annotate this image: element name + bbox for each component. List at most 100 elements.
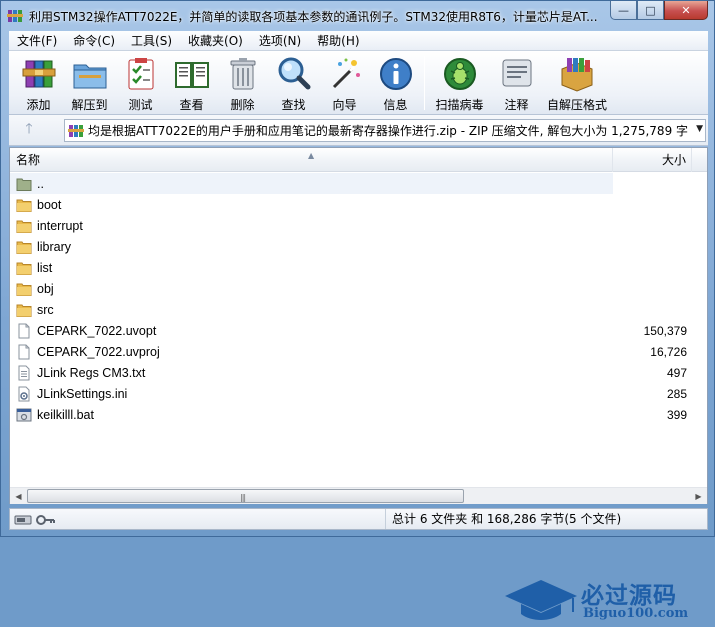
menu-options[interactable]: 选项(N) — [251, 32, 309, 50]
scroll-left-icon[interactable]: ◀ — [10, 488, 27, 504]
trash-icon — [230, 58, 255, 90]
file-name: CEPARK_7022.uvopt — [37, 323, 157, 338]
sort-ascending-icon: ▲ — [308, 151, 315, 160]
file-size: 16,726 — [650, 344, 687, 359]
folder-icon — [16, 304, 32, 317]
folder-icon — [16, 199, 32, 212]
info-button[interactable]: 信息 — [370, 51, 421, 115]
virus-scan-button[interactable]: 扫描病毒 — [428, 51, 491, 115]
file-name: list — [37, 260, 53, 275]
comment-icon — [502, 59, 531, 87]
list-header: 名称 ▲ 大小 — [10, 148, 707, 172]
file-list[interactable]: 名称 ▲ 大小 .. boot interrupt library list o… — [9, 147, 708, 621]
table-row[interactable]: src — [10, 299, 707, 320]
column-size-label: 大小 — [661, 153, 686, 167]
extract-to-label: 解压到 — [71, 98, 108, 112]
table-row[interactable]: interrupt — [10, 215, 707, 236]
drive-key-icon[interactable] — [14, 512, 56, 528]
menu-file[interactable]: 文件(F) — [9, 32, 65, 50]
file-size: 399 — [666, 407, 687, 422]
text-file-icon — [18, 365, 30, 380]
add-button[interactable]: 添加 — [13, 51, 64, 115]
file-name: interrupt — [37, 218, 83, 233]
name-cell: boot — [10, 194, 613, 215]
address-bar: 🡑 均是根据ATT7022E的用户手册和应用笔记的最新寄存器操作进行.zip -… — [9, 115, 708, 146]
parent-folder-icon — [16, 178, 32, 191]
watermark-logo: 必过源码 Biguo100.com — [503, 576, 708, 624]
batch-file-icon — [16, 408, 32, 421]
virus-scan-icon — [443, 58, 476, 90]
horizontal-scrollbar[interactable]: ◀ ||| ▶ — [10, 487, 707, 504]
up-button[interactable]: 🡑 — [19, 121, 39, 139]
folder-icon — [16, 262, 32, 275]
file-name: src — [37, 302, 54, 317]
address-field[interactable]: 均是根据ATT7022E的用户手册和应用笔记的最新寄存器操作进行.zip - Z… — [64, 119, 706, 142]
up-arrow-icon: 🡑 — [25, 121, 33, 137]
grip-icon: ||| — [240, 493, 246, 502]
table-row[interactable]: obj — [10, 278, 707, 299]
column-header-extra[interactable] — [691, 148, 707, 172]
file-name: .. — [37, 176, 44, 191]
file-name: keilkilll.bat — [37, 407, 94, 422]
file-rows: .. boot interrupt library list obj src C… — [10, 173, 707, 425]
info-label: 信息 — [383, 98, 408, 112]
file-name: boot — [37, 197, 62, 212]
add-books-icon — [22, 60, 55, 88]
name-cell: CEPARK_7022.uvproj — [10, 341, 613, 362]
find-button[interactable]: 查找 — [268, 51, 319, 115]
table-row[interactable]: keilkilll.bat 399 — [10, 404, 707, 425]
view-book-icon — [174, 62, 209, 88]
title-bar[interactable]: 利用STM32操作ATT7022E，并简单的读取各项基本参数的通讯例子。STM3… — [1, 1, 714, 31]
maximize-button[interactable]: □ — [637, 1, 664, 20]
menu-favorites[interactable]: 收藏夹(O) — [180, 32, 251, 50]
table-row[interactable]: CEPARK_7022.uvopt 150,379 — [10, 320, 707, 341]
chevron-down-icon[interactable]: ▼ — [696, 124, 703, 134]
table-row[interactable]: CEPARK_7022.uvproj 16,726 — [10, 341, 707, 362]
name-cell: obj — [10, 278, 613, 299]
watermark-title: 必过源码 — [581, 582, 677, 609]
file-name: obj — [37, 281, 54, 296]
wizard-button[interactable]: 向导 — [319, 51, 370, 115]
table-row[interactable]: boot — [10, 194, 707, 215]
scrollbar-thumb[interactable]: ||| — [27, 489, 464, 503]
table-row[interactable]: JLinkSettings.ini 285 — [10, 383, 707, 404]
name-cell: library — [10, 236, 613, 257]
name-cell: interrupt — [10, 215, 613, 236]
sfx-button[interactable]: 自解压格式 — [542, 51, 612, 115]
column-header-name[interactable]: 名称 ▲ — [10, 148, 613, 172]
extract-to-button[interactable]: 解压到 — [64, 51, 115, 115]
menu-commands[interactable]: 命令(C) — [65, 32, 123, 50]
test-button[interactable]: 测试 — [115, 51, 166, 115]
virus-scan-label: 扫描病毒 — [435, 98, 484, 112]
table-row[interactable]: JLink Regs CM3.txt 497 — [10, 362, 707, 383]
name-cell: .. — [10, 173, 613, 194]
folder-icon — [16, 283, 32, 296]
file-icon — [18, 323, 30, 338]
table-row[interactable]: library — [10, 236, 707, 257]
file-icon — [18, 344, 30, 359]
scroll-right-icon[interactable]: ▶ — [690, 488, 707, 504]
winrar-app-icon[interactable] — [7, 8, 23, 24]
file-size: 150,379 — [643, 323, 687, 338]
comment-button[interactable]: 注释 — [491, 51, 542, 115]
menu-tools[interactable]: 工具(S) — [123, 32, 180, 50]
view-button[interactable]: 查看 — [166, 51, 217, 115]
delete-button[interactable]: 删除 — [217, 51, 268, 115]
test-label: 测试 — [128, 98, 153, 112]
add-label: 添加 — [26, 98, 51, 112]
menu-help[interactable]: 帮助(H) — [309, 32, 367, 50]
info-icon — [379, 58, 412, 90]
address-path: 均是根据ATT7022E的用户手册和应用笔记的最新寄存器操作进行.zip - Z… — [88, 124, 688, 138]
toolbar: 添加 解压到 测试 查看 删除 查找 向导 信息 扫描病毒 注释 自解压格式 — [9, 51, 708, 115]
name-cell: list — [10, 257, 613, 278]
comment-label: 注释 — [504, 98, 529, 112]
table-row[interactable]: list — [10, 257, 707, 278]
close-button[interactable]: ✕ — [664, 1, 708, 20]
sfx-archive-icon — [561, 58, 593, 92]
name-cell: src — [10, 299, 613, 320]
file-size: 285 — [666, 386, 687, 401]
column-header-size[interactable]: 大小 — [614, 148, 690, 172]
test-checklist-icon — [128, 58, 153, 90]
table-row[interactable]: .. — [10, 173, 707, 194]
minimize-button[interactable]: — — [610, 1, 637, 20]
